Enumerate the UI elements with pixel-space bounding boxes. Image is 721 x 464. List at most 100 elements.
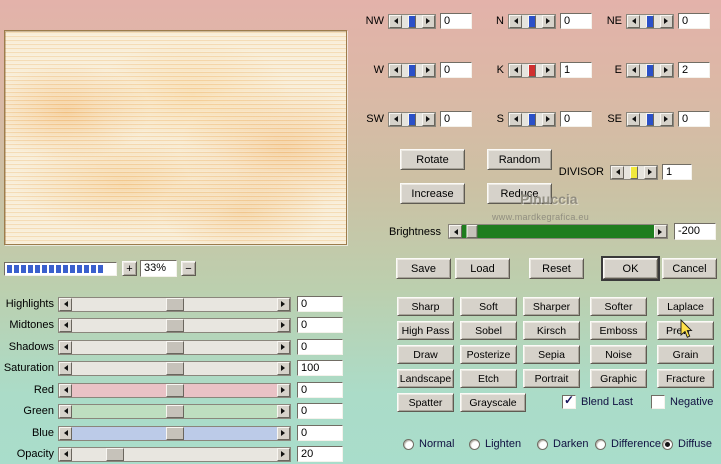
slider-left-arrow[interactable] <box>627 63 640 77</box>
slider-left-arrow[interactable] <box>59 447 72 461</box>
slider-right-arrow[interactable] <box>542 14 555 28</box>
slider-track[interactable] <box>640 14 660 28</box>
radio-circle[interactable] <box>595 438 606 450</box>
filter-softer-button[interactable]: Softer <box>590 297 647 316</box>
slider-right-arrow[interactable] <box>277 340 290 354</box>
slider-track[interactable] <box>402 14 422 28</box>
filter-sharper-button[interactable]: Sharper <box>523 297 580 316</box>
se-slider[interactable] <box>626 111 674 127</box>
slider-left-arrow[interactable] <box>389 14 402 28</box>
e-value[interactable]: 2 <box>678 62 710 78</box>
slider-track[interactable] <box>72 340 277 354</box>
filter-draw-button[interactable]: Draw <box>397 345 454 364</box>
slider-track[interactable] <box>72 426 277 440</box>
slider-right-arrow[interactable] <box>422 14 435 28</box>
slider-right-arrow[interactable] <box>660 14 673 28</box>
slider-thumb[interactable] <box>528 63 536 77</box>
slider-thumb[interactable] <box>408 112 416 126</box>
slider-track[interactable] <box>402 63 422 77</box>
slider-thumb[interactable] <box>165 297 184 311</box>
k-slider[interactable] <box>508 62 556 78</box>
slider-left-arrow[interactable] <box>389 112 402 126</box>
filter-laplace-button[interactable]: Laplace <box>657 297 714 316</box>
nw-value[interactable]: 0 <box>440 13 472 29</box>
w-slider[interactable] <box>388 62 436 78</box>
slider-track[interactable] <box>72 404 277 418</box>
zoom-out-button[interactable]: − <box>181 261 196 276</box>
negative-checkbox[interactable]: ✓ Negative <box>651 395 713 409</box>
zoom-in-button[interactable]: + <box>122 261 137 276</box>
slider-thumb[interactable] <box>408 63 416 77</box>
n-value[interactable]: 0 <box>560 13 592 29</box>
slider-track[interactable] <box>72 318 277 332</box>
slider-track[interactable] <box>72 361 277 375</box>
highlights-value[interactable]: 0 <box>297 296 343 312</box>
zoom-level-value[interactable]: 33% <box>140 260 177 277</box>
reset-button[interactable]: Reset <box>529 258 584 279</box>
blend-mode-diffuse-radio[interactable]: Diffuse <box>662 437 712 451</box>
s-value[interactable]: 0 <box>560 111 592 127</box>
slider-track[interactable] <box>522 14 542 28</box>
slider-thumb[interactable] <box>165 426 184 440</box>
radio-circle[interactable] <box>662 438 673 450</box>
slider-thumb[interactable] <box>466 225 478 238</box>
slider-thumb[interactable] <box>630 165 638 179</box>
filter-graphic-button[interactable]: Graphic <box>590 369 647 388</box>
brightness-value[interactable]: -200 <box>674 223 716 240</box>
k-value[interactable]: 1 <box>560 62 592 78</box>
e-slider[interactable] <box>626 62 674 78</box>
slider-thumb[interactable] <box>408 14 416 28</box>
slider-thumb[interactable] <box>528 14 536 28</box>
filter-highpass-button[interactable]: High Pass <box>397 321 454 340</box>
filter-noise-button[interactable]: Noise <box>590 345 647 364</box>
ne-value[interactable]: 0 <box>678 13 710 29</box>
slider-left-arrow[interactable] <box>509 14 522 28</box>
slider-left-arrow[interactable] <box>59 340 72 354</box>
se-value[interactable]: 0 <box>678 111 710 127</box>
slider-left-arrow[interactable] <box>509 112 522 126</box>
increase-button[interactable]: Increase <box>400 183 465 204</box>
divisor-slider[interactable] <box>610 164 658 180</box>
slider-left-arrow[interactable] <box>449 225 462 238</box>
slider-thumb[interactable] <box>646 112 654 126</box>
slider-right-arrow[interactable] <box>644 165 657 179</box>
slider-track[interactable] <box>522 63 542 77</box>
slider-right-arrow[interactable] <box>660 112 673 126</box>
slider-right-arrow[interactable] <box>654 225 667 238</box>
slider-thumb[interactable] <box>165 340 184 354</box>
blue-value[interactable]: 0 <box>297 425 343 441</box>
shadows-slider[interactable] <box>58 339 291 355</box>
blue-slider[interactable] <box>58 425 291 441</box>
filter-landscape-button[interactable]: Landscape <box>397 369 454 388</box>
filter-sepia-button[interactable]: Sepia <box>523 345 580 364</box>
opacity-value[interactable]: 20 <box>297 446 343 462</box>
filter-posterize-button[interactable]: Posterize <box>460 345 517 364</box>
filter-soft-button[interactable]: Soft <box>460 297 517 316</box>
slider-track[interactable] <box>640 112 660 126</box>
random-button[interactable]: Random <box>487 149 552 170</box>
filter-fracture-button[interactable]: Fracture <box>657 369 714 388</box>
slider-right-arrow[interactable] <box>422 112 435 126</box>
filter-spatter-button[interactable]: Spatter <box>397 393 454 412</box>
ne-slider[interactable] <box>626 13 674 29</box>
red-slider[interactable] <box>58 382 291 398</box>
slider-left-arrow[interactable] <box>627 14 640 28</box>
s-slider[interactable] <box>508 111 556 127</box>
midtones-value[interactable]: 0 <box>297 317 343 333</box>
sw-value[interactable]: 0 <box>440 111 472 127</box>
slider-right-arrow[interactable] <box>277 447 290 461</box>
sw-slider[interactable] <box>388 111 436 127</box>
divisor-value[interactable]: 1 <box>662 164 692 180</box>
slider-thumb[interactable] <box>106 447 125 461</box>
ok-button[interactable]: OK <box>603 258 658 279</box>
slider-left-arrow[interactable] <box>59 297 72 311</box>
slider-left-arrow[interactable] <box>611 165 624 179</box>
blend-mode-darken-radio[interactable]: Darken <box>537 437 588 451</box>
slider-left-arrow[interactable] <box>59 426 72 440</box>
red-value[interactable]: 0 <box>297 382 343 398</box>
radio-circle[interactable] <box>469 438 480 450</box>
slider-left-arrow[interactable] <box>59 318 72 332</box>
load-button[interactable]: Load <box>455 258 510 279</box>
opacity-slider[interactable] <box>58 446 291 462</box>
slider-right-arrow[interactable] <box>277 297 290 311</box>
